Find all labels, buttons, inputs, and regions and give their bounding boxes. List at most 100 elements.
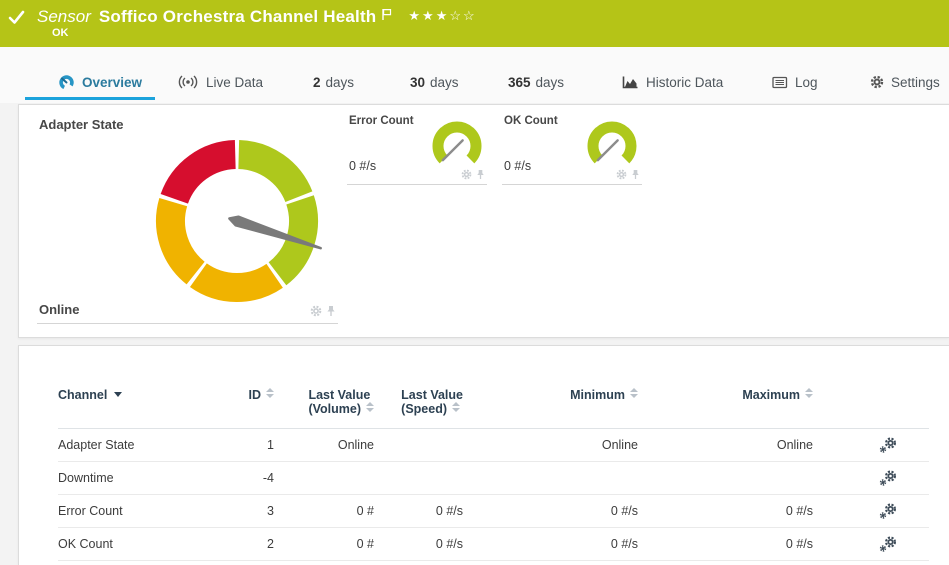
sort-icon — [630, 388, 638, 398]
cell-channel[interactable]: Error Count — [58, 495, 208, 527]
cell-id: 2 — [267, 537, 274, 551]
tab-live-data[interactable]: Live Data — [177, 71, 263, 93]
table-row: Downtime -4 — [58, 462, 929, 495]
column-header-id[interactable]: ID — [208, 388, 274, 428]
gear-icon[interactable] — [616, 169, 627, 180]
tab-label: Settings — [891, 74, 940, 90]
gauge-title: Adapter State — [39, 117, 124, 132]
error-count-card: Error Count 0 #/s — [347, 111, 487, 185]
pin-icon[interactable] — [631, 169, 640, 180]
tab-log[interactable]: Log — [772, 71, 818, 93]
pin-icon[interactable] — [476, 169, 485, 180]
channel-settings-gears-icon[interactable] — [878, 469, 898, 487]
gauge-title: OK Count — [504, 115, 558, 127]
star-empty-icon[interactable]: ☆ — [449, 8, 463, 23]
cell-last-value-volume: 0 # — [356, 504, 374, 518]
star-filled-icon[interactable]: ★ — [408, 8, 422, 23]
table-header-row: Channel ID Last Value (Volume) Last Valu… — [58, 388, 929, 429]
page-title: Soffico Orchestra Channel Health — [98, 7, 377, 26]
tab-2-days[interactable]: 2 days — [313, 71, 354, 93]
cell-id: -4 — [262, 471, 274, 485]
cell-id: 3 — [267, 504, 274, 518]
tab-number: 2 — [313, 74, 321, 90]
gear-icon — [870, 75, 884, 89]
table-row: OK Count 2 0 # 0 #/s 0 #/s 0 #/s — [58, 528, 929, 561]
tab-number: 365 — [508, 74, 531, 90]
gauge-title: Error Count — [349, 115, 414, 127]
cell-minimum: Online — [601, 438, 638, 452]
tab-settings[interactable]: Settings — [870, 71, 940, 93]
sensor-kind-label: Sensor — [37, 7, 91, 26]
tab-label: Log — [795, 74, 818, 90]
overview-panel: Adapter State Online Error Count 0 #/s O… — [18, 104, 949, 338]
error-count-gauge — [432, 121, 482, 164]
tab-label: days — [535, 74, 565, 90]
cell-last-value-speed — [374, 462, 463, 494]
channels-table: Channel ID Last Value (Volume) Last Valu… — [58, 388, 929, 561]
cell-minimum: 0 #/s — [610, 537, 638, 551]
cell-maximum: 0 #/s — [785, 504, 813, 518]
sort-icon — [366, 402, 374, 412]
cell-last-value-volume — [274, 462, 374, 494]
cell-last-value-speed: 0 #/s — [435, 537, 463, 551]
active-tab-underline — [25, 97, 155, 100]
status-badge: OK — [52, 27, 69, 39]
tab-label: days — [325, 74, 355, 90]
tab-bar: Overview Live Data 2 days 30 days 365 da… — [0, 47, 949, 103]
gear-icon[interactable] — [461, 169, 472, 180]
table-row: Error Count 3 0 # 0 #/s 0 #/s 0 #/s — [58, 495, 929, 528]
priority-flag-icon[interactable] — [381, 8, 392, 21]
tab-label: days — [430, 74, 459, 90]
star-rating[interactable]: ★★★☆☆ — [408, 8, 476, 24]
column-header-maximum[interactable]: Maximum — [638, 388, 813, 428]
tab-30-days[interactable]: 30 days — [410, 71, 459, 93]
ok-count-card: OK Count 0 #/s — [502, 111, 642, 185]
log-list-icon — [772, 76, 788, 89]
tab-overview[interactable]: Overview — [58, 71, 142, 93]
gauge-status-label: Online — [39, 302, 80, 317]
channels-panel: Channel ID Last Value (Volume) Last Valu… — [18, 345, 949, 565]
star-filled-icon[interactable]: ★ — [422, 8, 436, 23]
cell-minimum — [463, 462, 638, 494]
adapter-state-gauge — [156, 140, 322, 302]
cell-last-value-volume: 0 # — [356, 537, 374, 551]
column-header-last-value-speed[interactable]: Last Value (Speed) — [374, 388, 463, 428]
channel-settings-gears-icon[interactable] — [878, 436, 898, 454]
column-header-channel[interactable]: Channel — [58, 388, 208, 428]
tab-365-days[interactable]: 365 days — [508, 71, 564, 93]
cell-channel[interactable]: Adapter State — [58, 429, 208, 461]
column-header-minimum[interactable]: Minimum — [463, 388, 638, 428]
ok-count-gauge — [587, 121, 637, 164]
cell-maximum: Online — [776, 438, 813, 452]
tab-historic-data[interactable]: Historic Data — [622, 71, 723, 93]
sensor-banner: Sensor Soffico Orchestra Channel Health … — [0, 0, 949, 47]
star-empty-icon[interactable]: ☆ — [463, 8, 477, 23]
cell-channel[interactable]: Downtime — [58, 462, 208, 494]
sort-icon — [266, 388, 274, 398]
pin-icon[interactable] — [326, 305, 336, 317]
tab-label: Historic Data — [646, 74, 724, 90]
table-body: Adapter State 1 Online Online Online Dow… — [58, 429, 929, 561]
area-chart-icon — [622, 75, 639, 89]
adapter-state-card: Adapter State Online — [37, 111, 338, 324]
column-header-last-value-volume[interactable]: Last Value (Volume) — [274, 388, 374, 428]
table-row: Adapter State 1 Online Online Online — [58, 429, 929, 462]
cell-id: 1 — [267, 438, 274, 452]
cell-maximum: 0 #/s — [785, 537, 813, 551]
star-filled-icon[interactable]: ★ — [436, 8, 450, 23]
cell-maximum — [638, 462, 813, 494]
cell-last-value-speed — [374, 429, 463, 461]
tab-label: Overview — [82, 74, 143, 90]
tab-label: Live Data — [206, 74, 264, 90]
sort-icon — [452, 402, 460, 412]
cell-last-value-volume: Online — [337, 438, 374, 452]
tab-number: 30 — [410, 74, 426, 90]
live-signal-icon — [177, 75, 199, 89]
channel-settings-gears-icon[interactable] — [878, 502, 898, 520]
status-check-icon — [8, 10, 25, 24]
cell-channel[interactable]: OK Count — [58, 528, 208, 560]
gear-icon[interactable] — [310, 305, 322, 317]
sort-desc-icon — [114, 392, 123, 397]
channel-settings-gears-icon[interactable] — [878, 535, 898, 553]
cell-minimum: 0 #/s — [610, 504, 638, 518]
